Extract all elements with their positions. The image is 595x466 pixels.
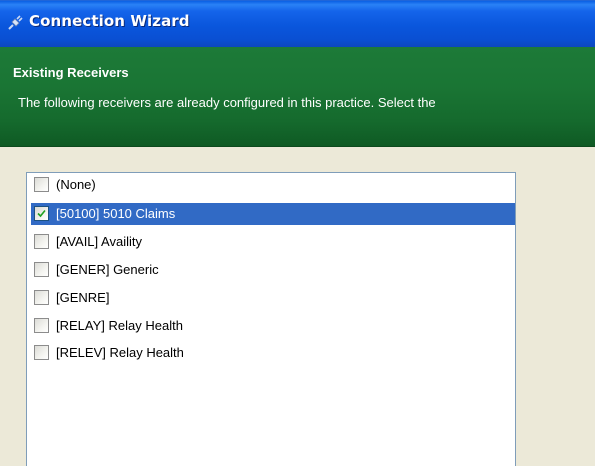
window-title: Connection Wizard — [29, 12, 190, 30]
item-checkbox[interactable] — [34, 290, 49, 305]
item-label: [50100] 5010 Claims — [56, 206, 176, 221]
item-label: (None) — [56, 177, 96, 192]
item-checkbox[interactable] — [34, 206, 49, 221]
page-title: Existing Receivers — [13, 65, 129, 80]
receivers-checklist[interactable]: (None) [50100] 5010 Claims [AVAIL] Avail… — [26, 172, 516, 466]
item-checkbox[interactable] — [34, 177, 49, 192]
wizard-header: Existing Receivers The following receive… — [0, 47, 595, 147]
item-label: [RELEV] Relay Health — [56, 345, 184, 360]
list-item[interactable]: [RELAY] Relay Health — [31, 315, 515, 337]
item-label: [GENRE] — [56, 290, 110, 305]
title-bar[interactable]: Connection Wizard — [0, 0, 595, 47]
list-item[interactable]: [RELEV] Relay Health — [31, 342, 515, 364]
item-label: [RELAY] Relay Health — [56, 318, 183, 333]
list-item[interactable]: [GENRE] — [31, 287, 515, 309]
page-description: The following receivers are already conf… — [18, 95, 436, 110]
item-checkbox[interactable] — [34, 318, 49, 333]
list-item[interactable]: [50100] 5010 Claims — [31, 203, 515, 225]
list-item[interactable]: [GENER] Generic — [31, 259, 515, 281]
item-checkbox[interactable] — [34, 345, 49, 360]
checkmark-icon — [37, 209, 46, 218]
item-checkbox[interactable] — [34, 234, 49, 249]
item-label: [GENER] Generic — [56, 262, 159, 277]
list-item[interactable]: [AVAIL] Availity — [31, 231, 515, 253]
item-checkbox[interactable] — [34, 262, 49, 277]
connection-wizard-window: Connection Wizard Existing Receivers The… — [0, 0, 595, 466]
list-item[interactable]: (None) — [31, 174, 515, 196]
wizard-plug-icon — [8, 15, 23, 30]
item-label: [AVAIL] Availity — [56, 234, 142, 249]
